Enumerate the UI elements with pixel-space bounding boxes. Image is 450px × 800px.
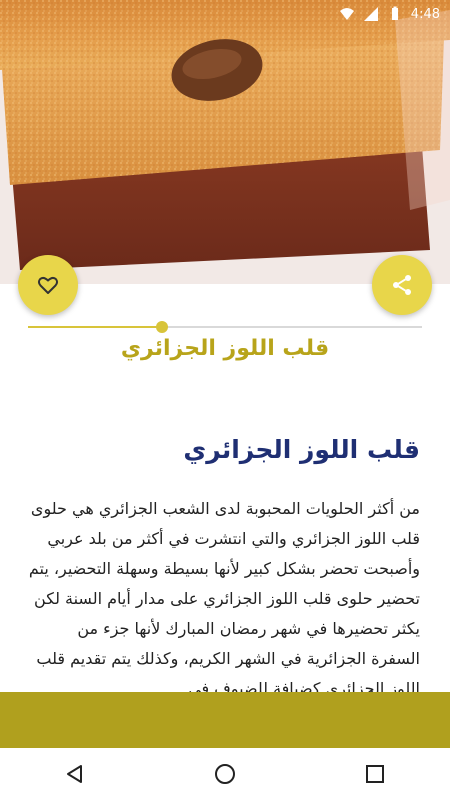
article: قلب اللوز الجزائري من أكثر الحلويات المح…	[25, 430, 420, 704]
article-heading: قلب اللوز الجزائري	[183, 435, 420, 464]
status-bar: 4:48	[0, 0, 450, 28]
signal-icon	[363, 7, 378, 21]
back-triangle-icon	[67, 765, 82, 783]
recents-square-icon	[366, 765, 384, 783]
recipe-title: قلب اللوز الجزائري	[120, 336, 330, 361]
progress-fill	[28, 326, 162, 328]
navigation-bar	[0, 748, 450, 800]
home-button[interactable]	[200, 754, 250, 794]
back-button[interactable]	[50, 754, 100, 794]
share-button[interactable]	[372, 255, 432, 315]
wifi-icon	[339, 8, 354, 20]
share-icon	[393, 275, 411, 295]
favorite-button[interactable]	[18, 255, 78, 315]
bottom-banner	[0, 692, 450, 748]
article-body: من أكثر الحلويات المحبوبة لدى الشعب الجز…	[28, 499, 420, 698]
title-area: قلب اللوز الجزائري	[0, 318, 450, 378]
home-circle-icon	[215, 764, 235, 784]
progress-knob[interactable]	[155, 321, 168, 333]
recents-button[interactable]	[350, 754, 400, 794]
status-time: 4:48	[410, 6, 440, 22]
hero-image	[0, 0, 450, 284]
heart-outline-icon	[37, 276, 59, 294]
battery-icon	[391, 6, 398, 20]
